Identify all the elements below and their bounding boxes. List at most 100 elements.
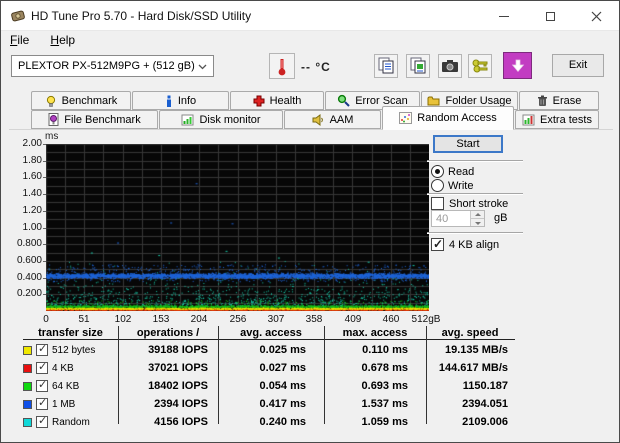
max-access-value: 0.693 ms — [361, 380, 408, 392]
license-button[interactable] — [468, 54, 492, 78]
short-stroke-label[interactable]: Short stroke — [449, 198, 508, 210]
tab-random-access[interactable]: Random Access — [382, 106, 514, 130]
table-row: 64 KB 18402 IOPS 0.054 ms 0.693 ms 1150.… — [23, 378, 515, 394]
temperature-button[interactable] — [269, 53, 295, 79]
tab-label: Disk monitor — [199, 113, 261, 126]
drive-select[interactable]: PLEXTOR PX-512M9PG + (512 gB) — [11, 55, 214, 77]
x-tick: 51 — [78, 314, 90, 325]
tab-label: Benchmark — [61, 94, 118, 107]
spinner-down-icon[interactable] — [471, 219, 484, 226]
disk-monitor-icon — [181, 114, 194, 126]
copy-text-button[interactable] — [374, 54, 398, 78]
avg-access-value: 0.027 ms — [259, 362, 306, 374]
series-checkbox[interactable] — [36, 360, 48, 374]
camera-icon — [442, 60, 458, 72]
series-checkbox[interactable] — [36, 342, 48, 356]
short-stroke-checkbox[interactable] — [431, 197, 444, 210]
spinner-up-icon[interactable] — [471, 211, 484, 219]
tab-label: Info — [177, 94, 197, 107]
x-tick: 204 — [190, 314, 208, 325]
x-tick: 153 — [152, 314, 170, 325]
series-label: 1 MB — [52, 398, 76, 410]
chevron-down-icon — [198, 64, 207, 70]
keys-icon — [472, 59, 488, 73]
tab-erase[interactable]: Erase — [519, 91, 599, 110]
series-swatch — [23, 381, 32, 391]
magnifier-icon — [337, 94, 350, 107]
y-tick: 1.00 — [5, 222, 46, 233]
avg-access-value: 0.025 ms — [259, 344, 306, 356]
col-header: transfer size — [38, 326, 103, 339]
tab-label: Error Scan — [355, 94, 408, 107]
table-row: 1 MB 2394 IOPS 0.417 ms 1.537 ms 2394.05… — [23, 396, 515, 412]
series-checkbox[interactable] — [36, 396, 48, 410]
tab-extra-tests[interactable]: Extra tests — [515, 110, 599, 129]
avg-access-value: 0.240 ms — [259, 416, 306, 428]
minimize-icon — [499, 15, 509, 17]
write-radio[interactable] — [431, 179, 444, 192]
thermometer-icon — [278, 59, 286, 76]
copy-image-button[interactable] — [406, 54, 430, 78]
series-swatch — [23, 345, 32, 355]
read-radio-label[interactable]: Read — [448, 166, 474, 178]
random-access-chart — [46, 144, 429, 311]
tab-file-benchmark[interactable]: File Benchmark — [31, 110, 158, 129]
max-access-value: 1.537 ms — [361, 398, 408, 410]
tab-label: Random Access — [417, 112, 497, 124]
avg-speed-value: 2109.006 — [462, 416, 508, 428]
tab-label: File Benchmark — [64, 113, 141, 126]
align-checkbox[interactable] — [431, 237, 444, 251]
y-tick: 0.400 — [5, 272, 46, 283]
trash-icon — [537, 95, 548, 107]
tab-health[interactable]: Health — [230, 91, 324, 110]
table-row: 4 KB 37021 IOPS 0.027 ms 0.678 ms 144.61… — [23, 360, 515, 376]
operations-value: 39188 IOPS — [148, 344, 208, 356]
series-checkbox[interactable] — [36, 378, 48, 392]
copy-image-icon — [410, 57, 426, 74]
close-button[interactable] — [573, 1, 619, 31]
tab-label: AAM — [329, 113, 354, 126]
info-icon — [165, 95, 173, 107]
menu-file[interactable]: File — [1, 31, 38, 50]
minimize-button[interactable] — [481, 1, 527, 31]
health-cross-icon — [253, 95, 265, 107]
col-header: avg. access — [240, 326, 302, 339]
short-stroke-size-input[interactable] — [432, 211, 470, 226]
start-button[interactable]: Start — [433, 135, 503, 153]
title-bar: HD Tune Pro 5.70 - Hard Disk/SSD Utility — [1, 1, 619, 31]
y-tick: 0.200 — [5, 288, 46, 299]
drive-select-value: PLEXTOR PX-512M9PG + (512 gB) — [18, 60, 195, 72]
tab-disk-monitor[interactable]: Disk monitor — [159, 110, 283, 129]
x-tick: 307 — [267, 314, 285, 325]
file-benchmark-icon — [48, 113, 59, 126]
exit-button[interactable]: Exit — [552, 54, 604, 77]
max-access-value: 0.678 ms — [361, 362, 408, 374]
tab-info[interactable]: Info — [132, 91, 229, 110]
menu-help[interactable]: Help — [41, 31, 84, 50]
tab-aam[interactable]: AAM — [284, 110, 381, 129]
tab-pane-edge — [9, 129, 613, 130]
avg-speed-value: 19.135 MB/s — [445, 344, 508, 356]
series-swatch — [23, 417, 32, 427]
x-tick: 256 — [229, 314, 247, 325]
tab-benchmark[interactable]: Benchmark — [31, 91, 131, 110]
write-radio-label[interactable]: Write — [448, 180, 473, 192]
series-checkbox[interactable] — [36, 414, 48, 428]
save-results-button[interactable] — [503, 52, 532, 79]
maximize-button[interactable] — [527, 1, 573, 31]
align-checkbox-label[interactable]: 4 KB align — [449, 239, 499, 251]
x-tick: 409 — [344, 314, 362, 325]
table-row: Random 4156 IOPS 0.240 ms 1.059 ms 2109.… — [23, 414, 515, 430]
tab-label: Erase — [552, 94, 582, 107]
avg-access-value: 0.417 ms — [259, 398, 306, 410]
short-stroke-size-stepper[interactable] — [431, 210, 485, 227]
close-icon — [591, 11, 601, 21]
y-tick: 1.60 — [5, 171, 46, 182]
app-window: HD Tune Pro 5.70 - Hard Disk/SSD Utility… — [0, 0, 620, 443]
tab-label: Health — [269, 94, 302, 107]
screenshot-button[interactable] — [438, 54, 462, 78]
separator — [427, 193, 523, 195]
series-swatch — [23, 363, 32, 373]
series-label: Random — [52, 416, 90, 428]
read-radio[interactable] — [431, 165, 444, 178]
